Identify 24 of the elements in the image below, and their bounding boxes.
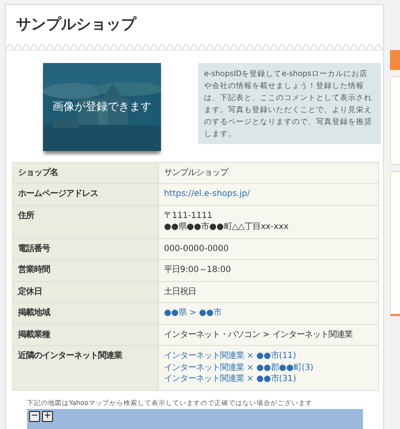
value-text: 平日9:00～18:00: [164, 264, 232, 276]
value-text: 土日祝日: [164, 286, 197, 297]
value-text: 000-0000-0000: [164, 242, 230, 254]
shop-title: サンプルショップ: [15, 14, 138, 34]
value-text: サンプルショップ: [164, 166, 230, 178]
row-label: 掲載業種: [13, 324, 158, 345]
image-caption: 画像が登録できます: [52, 98, 152, 114]
row-label: 近隣のインターネット関連業: [13, 346, 158, 390]
zoom-button[interactable]: +: [42, 411, 53, 422]
value-link[interactable]: インターネット関連業 × ●●市(31): [164, 373, 373, 384]
row-label: 住所: [13, 206, 158, 238]
value-text: ●●県●●市●●町△△丁目xx-xxx: [164, 221, 290, 232]
sidebar-header: [390, 50, 400, 70]
row-label: ホームページアドレス: [13, 184, 158, 204]
value-link[interactable]: インターネット関連業 × ●●市(11): [164, 350, 373, 362]
row-label: 定休日: [13, 282, 158, 302]
row-label: 電話番号: [13, 238, 158, 259]
value-text: 〒111-1111: [164, 210, 214, 221]
value-text: インターネット・パソコン > インターネット関連業: [164, 328, 354, 340]
zoom-button[interactable]: −: [29, 411, 40, 422]
value-link[interactable]: インターネット関連業 × ●●郡●●町(3): [164, 362, 373, 373]
row-label: 営業時間: [13, 260, 158, 280]
row-label: ショップ名: [13, 162, 158, 183]
row-label: 掲載地域: [13, 303, 158, 324]
